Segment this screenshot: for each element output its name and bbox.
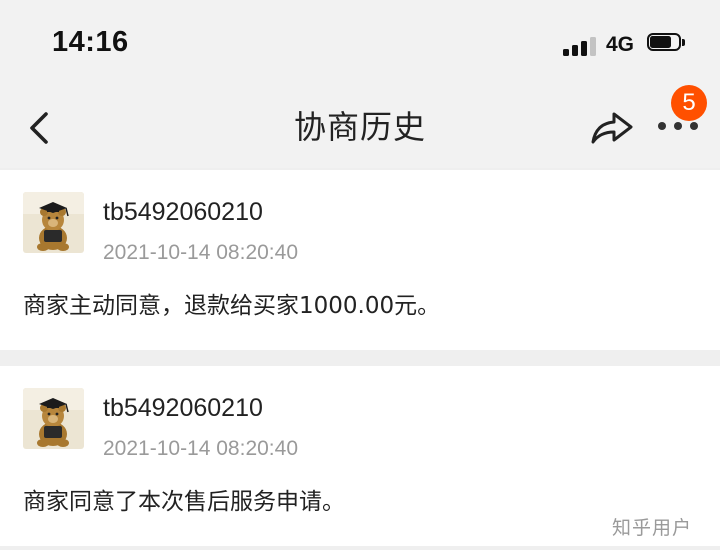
avatar [23,388,84,449]
nav-bar: 协商历史 5 [0,85,720,168]
history-record: tb5492060210 2021-10-14 08:20:40 商家主动同意，… [0,170,720,350]
record-message: 商家主动同意，退款给买家1000.00元。 [23,293,441,319]
notification-badge: 5 [671,85,707,121]
share-icon [591,112,633,144]
record-time: 2021-10-14 08:20:40 [103,241,298,264]
avatar [23,192,84,253]
network-type: 4G [606,33,635,56]
signal-icon [563,34,599,56]
status-bar: 14:16 4G [0,0,720,88]
share-button[interactable] [589,106,635,148]
record-message: 商家同意了本次售后服务申请。 [23,489,345,515]
status-time: 14:16 [52,26,129,58]
watermark: 知乎用户 [612,517,693,539]
record-time: 2021-10-14 08:20:40 [103,437,298,460]
battery-icon [647,33,685,53]
username: tb5492060210 [103,198,263,226]
username: tb5492060210 [103,394,263,422]
